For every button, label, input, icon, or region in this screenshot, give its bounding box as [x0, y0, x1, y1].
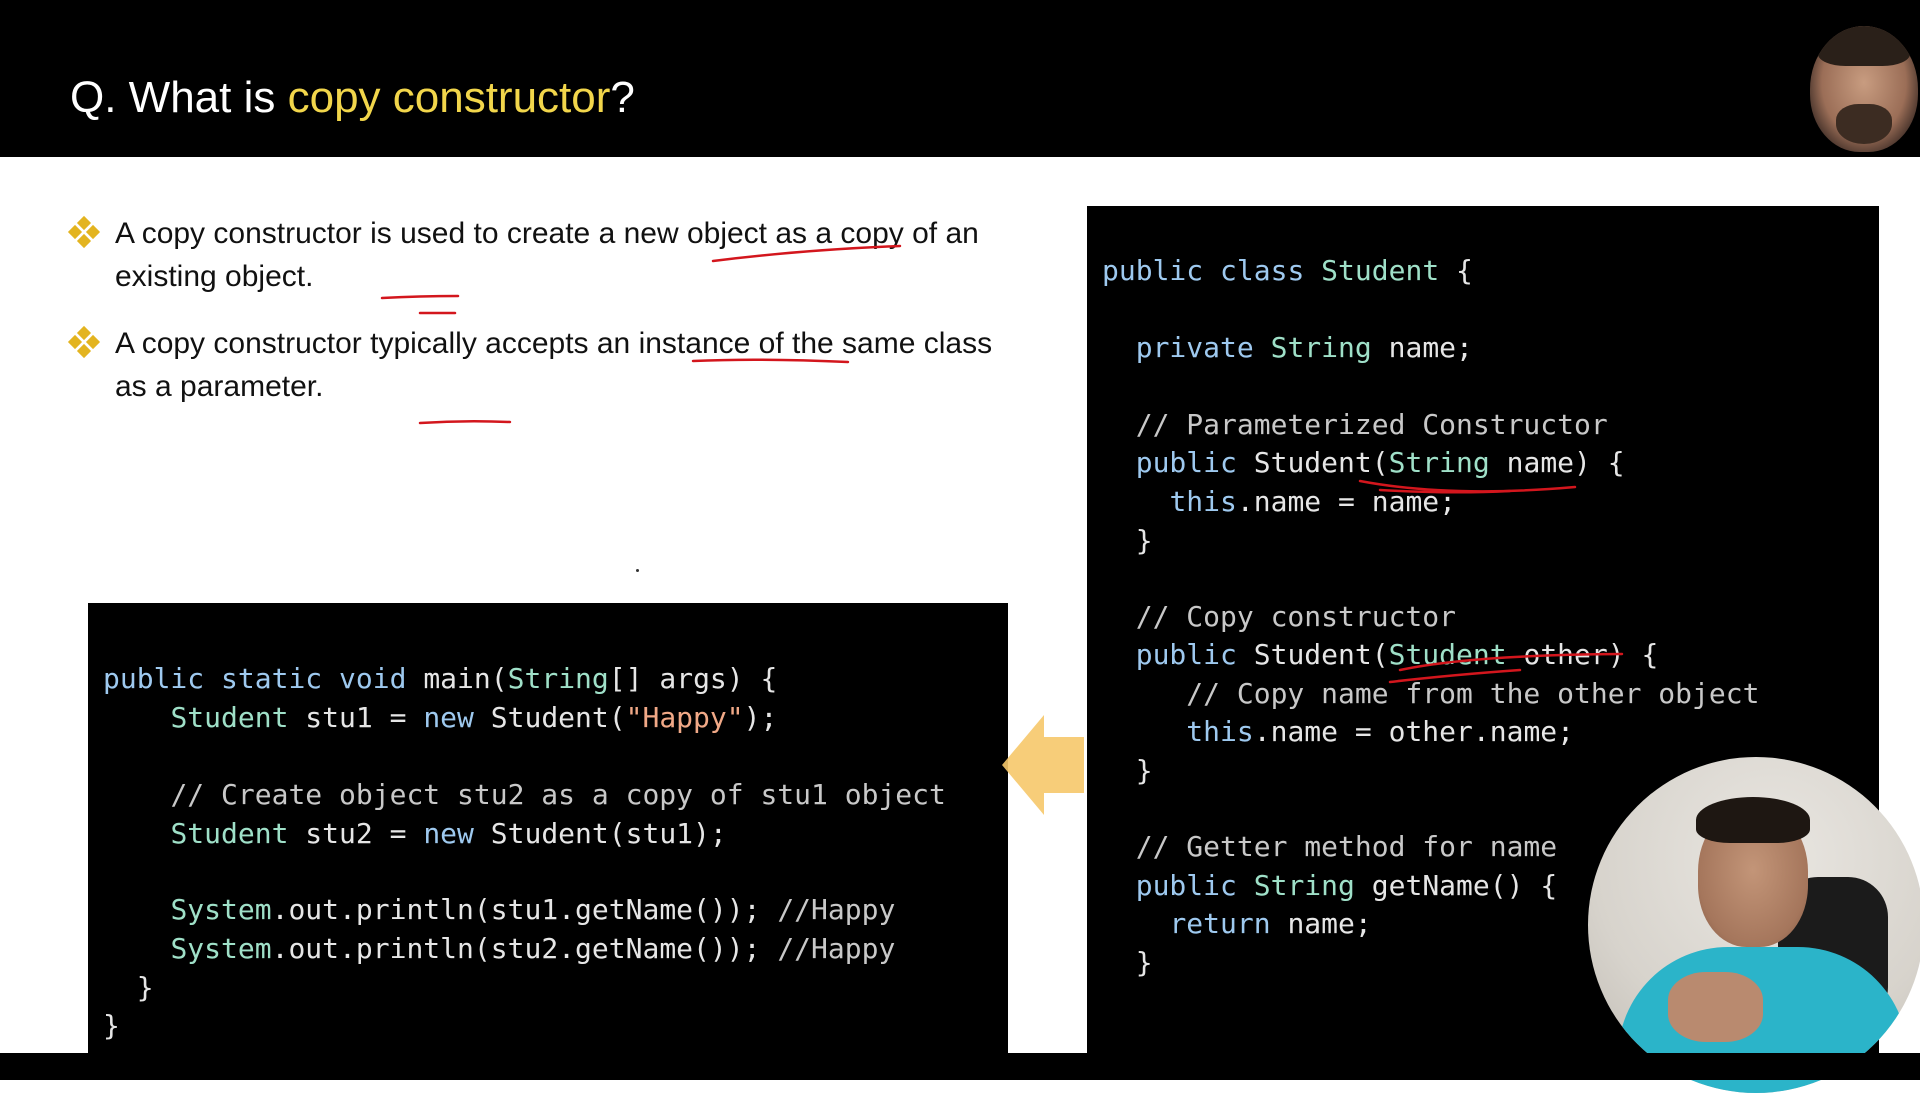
left-arrow-icon	[1002, 715, 1084, 815]
bullet-text: A copy constructor typically accepts an …	[115, 327, 993, 403]
slide-title: Q. What is copy constructor?	[70, 73, 635, 123]
bullet-text: A copy constructor is used to create a n…	[115, 217, 979, 293]
title-suffix: ?	[610, 73, 635, 122]
bullet-item: A copy constructor is used to create a n…	[67, 212, 1010, 298]
code-comment-line: // Copy name from the other object	[1102, 677, 1760, 710]
title-prefix: Q. What is	[70, 73, 288, 122]
stray-dot	[636, 569, 639, 572]
code-line: this.name = other.name;	[1186, 715, 1575, 748]
bottom-bar	[0, 1053, 1920, 1080]
code-line: }	[1102, 754, 1153, 787]
code-comment-line: // Copy constructor	[1102, 600, 1457, 633]
code-line: public String getName() {	[1135, 869, 1558, 902]
code-line: public class Student {	[1102, 254, 1473, 287]
code-line: this.name = name;	[1169, 485, 1457, 518]
code-comment-line: // Getter method for name	[1102, 830, 1558, 863]
bullet-list: A copy constructor is used to create a n…	[67, 212, 1010, 432]
code-comment-line: // Create object stu2 as a copy of stu1 …	[170, 778, 946, 811]
code-line: }	[103, 971, 154, 1004]
code-line: System.out.println(stu1.getName()); //Ha…	[170, 893, 896, 926]
four-diamond-bullet-icon	[67, 325, 101, 359]
code-line: }	[1102, 524, 1153, 557]
code-line: return name;	[1169, 907, 1372, 940]
bullet-item: A copy constructor typically accepts an …	[67, 322, 1010, 408]
code-line: public static void main(String[] args) {	[103, 662, 778, 695]
presenter-webcam	[1588, 757, 1920, 1093]
four-diamond-bullet-icon	[67, 215, 101, 249]
code-line: }	[1102, 946, 1153, 979]
presenter-avatar	[1810, 26, 1918, 152]
code-line: public Student(String name) {	[1135, 446, 1625, 479]
main-method-code-block: public static void main(String[] args) {…	[88, 603, 1008, 1058]
code-comment-line: // Parameterized Constructor	[1102, 408, 1608, 441]
code-line: }	[103, 1009, 120, 1042]
code-line: Student stu1 = new Student("Happy");	[170, 701, 778, 734]
title-highlight: copy constructor	[287, 73, 611, 122]
code-line: private String name;	[1135, 331, 1473, 364]
code-line: public Student(Student other) {	[1135, 638, 1659, 671]
slide-header-bar: Q. What is copy constructor?	[0, 0, 1920, 157]
code-line: Student stu2 = new Student(stu1);	[170, 817, 727, 850]
code-line: System.out.println(stu2.getName()); //Ha…	[170, 932, 896, 965]
